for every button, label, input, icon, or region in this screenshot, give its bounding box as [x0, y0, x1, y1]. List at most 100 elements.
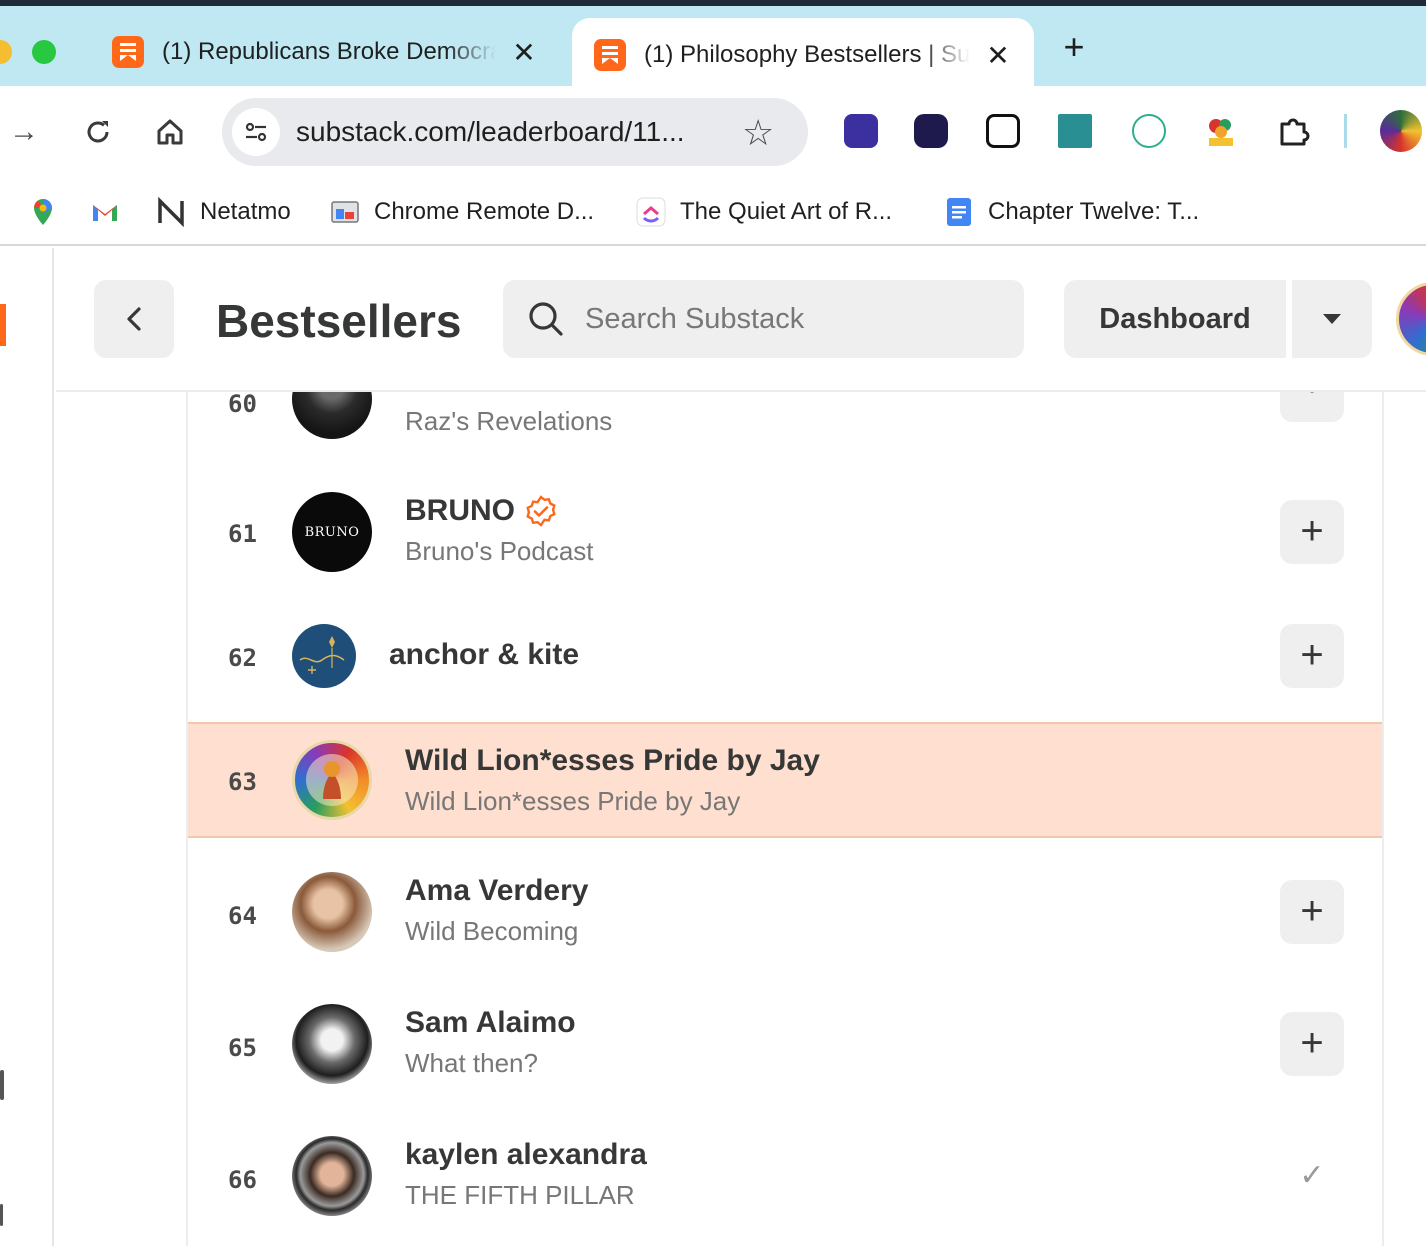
bookmark-label: Netatmo: [200, 198, 291, 225]
avatar[interactable]: [292, 1136, 372, 1216]
leaderboard-row[interactable]: 64 Ama Verdery Wild Becoming +: [188, 872, 1382, 956]
avatar[interactable]: [292, 392, 372, 439]
subscribed-check-icon[interactable]: ✓: [1294, 1158, 1330, 1194]
leaderboard-row-current[interactable]: 63 Wild Lion*esses Pride by Jay Wild Lio…: [188, 722, 1382, 838]
publication-name[interactable]: What then?: [405, 1048, 538, 1079]
bookmarks-bar: Netatmo Chrome Remote D... The Quiet Art…: [0, 178, 1426, 246]
remote-desktop-icon: [331, 201, 359, 223]
bookmark-quiet-art[interactable]: The Quiet Art of R...: [636, 192, 892, 232]
left-sidebar: [0, 248, 54, 1246]
subscribe-button[interactable]: +: [1280, 500, 1344, 564]
publication-name[interactable]: Wild Becoming: [405, 916, 578, 947]
tab-title: (1) Philosophy Bestsellers | Substack: [644, 41, 970, 68]
extension-globe-icon[interactable]: [844, 114, 878, 148]
rank-number: 65: [228, 1034, 257, 1062]
writer-name-text: BRUNO: [405, 494, 515, 527]
maps-pin-icon: [33, 199, 52, 225]
extensions-puzzle-icon[interactable]: [1276, 114, 1310, 148]
clickup-icon: [636, 197, 666, 227]
subscribe-button[interactable]: +: [1280, 880, 1344, 944]
close-tab-icon[interactable]: ✕: [984, 40, 1012, 71]
netatmo-n-icon: [158, 197, 184, 227]
dashboard-button[interactable]: Dashboard: [1064, 280, 1286, 358]
rank-number: 61: [228, 520, 257, 548]
publication-name[interactable]: Raz's Revelations: [405, 406, 612, 437]
zoom-window-button[interactable]: [32, 40, 56, 64]
writer-name[interactable]: BRUNO: [405, 494, 557, 528]
extension-diamond-icon[interactable]: [1132, 114, 1166, 148]
leaderboard-row[interactable]: 66 kaylen alexandra THE FIFTH PILLAR ✓: [188, 1136, 1382, 1220]
substack-favicon-icon: [112, 36, 144, 68]
google-docs-icon: [947, 198, 971, 226]
avatar[interactable]: [292, 1004, 372, 1084]
sidebar-item-icon[interactable]: [0, 1070, 4, 1100]
publication-name[interactable]: THE FIFTH PILLAR: [405, 1180, 635, 1211]
bookmark-netatmo[interactable]: Netatmo: [156, 192, 291, 232]
avatar[interactable]: BRUNO: [292, 492, 372, 572]
bookmark-star-icon[interactable]: ☆: [742, 112, 774, 154]
extension-star-icon[interactable]: [914, 114, 948, 148]
writer-name[interactable]: Ama Verdery: [405, 874, 588, 908]
writer-name[interactable]: anchor & kite: [389, 638, 579, 672]
substack-favicon-icon: [594, 39, 626, 71]
url-text: substack.com/leaderboard/11...: [296, 116, 685, 147]
profile-avatar[interactable]: [1380, 110, 1422, 152]
sidebar-item-icon[interactable]: [0, 1204, 3, 1226]
page-title: Bestsellers: [216, 295, 462, 347]
user-avatar[interactable]: [1396, 282, 1426, 356]
tab-philosophy-bestsellers[interactable]: (1) Philosophy Bestsellers | Substack ✕: [572, 18, 1034, 92]
search-input[interactable]: [585, 280, 1005, 358]
avatar[interactable]: [292, 740, 372, 820]
publication-name[interactable]: Bruno's Podcast: [405, 536, 594, 567]
caret-down-icon: [1323, 314, 1341, 324]
tab-title: (1) Republicans Broke Democracy: [162, 38, 496, 65]
chevron-left-icon: [127, 307, 141, 331]
search-icon: [529, 302, 563, 336]
tab-bar: (1) Republicans Broke Democracy ✕ (1) Ph…: [0, 6, 1426, 92]
bookmark-label: Chapter Twelve: T...: [988, 198, 1200, 225]
leaderboard-row[interactable]: 65 Sam Alaimo What then? +: [188, 1004, 1382, 1088]
toolbar-separator: [1344, 114, 1347, 148]
leaderboard-row[interactable]: 61 BRUNO BRUNO Bruno's Podcast +: [188, 490, 1382, 574]
anchor-kite-logo-icon: [299, 636, 345, 674]
writer-name[interactable]: Sam Alaimo: [405, 1006, 576, 1040]
extension-pro-icon[interactable]: [1204, 114, 1238, 148]
writer-name[interactable]: kaylen alexandra: [405, 1138, 647, 1172]
reload-icon[interactable]: [80, 114, 116, 150]
avatar[interactable]: [292, 624, 356, 688]
search-box[interactable]: [503, 280, 1024, 358]
publication-name[interactable]: Wild Lion*esses Pride by Jay: [405, 786, 740, 817]
subscribe-button[interactable]: +: [1280, 1012, 1344, 1076]
tab-republicans[interactable]: (1) Republicans Broke Democracy ✕: [90, 18, 560, 86]
writer-name[interactable]: Wild Lion*esses Pride by Jay: [405, 744, 820, 778]
browser-toolbar: → substack.com/leaderboard/11... ☆: [0, 86, 1426, 178]
site-settings-icon[interactable]: [232, 108, 280, 156]
subscribe-button[interactable]: +: [1280, 392, 1344, 422]
leaderboard-row[interactable]: 62 anchor & kite +: [188, 622, 1382, 690]
subscribe-button[interactable]: +: [1280, 624, 1344, 688]
rank-number: 60: [228, 392, 257, 418]
substack-logo-icon[interactable]: [0, 304, 6, 346]
extension-paper-plane-icon[interactable]: [986, 114, 1020, 148]
extension-snowflake-icon[interactable]: [1058, 114, 1092, 148]
bookmark-chapter-twelve[interactable]: Chapter Twelve: T...: [944, 192, 1199, 232]
close-tab-icon[interactable]: ✕: [510, 37, 538, 68]
new-tab-button[interactable]: +: [1058, 29, 1090, 65]
bookmark-maps[interactable]: [28, 192, 72, 232]
back-button[interactable]: [94, 280, 174, 358]
rank-number: 66: [228, 1166, 257, 1194]
avatar[interactable]: [292, 872, 372, 952]
lion-icon: [306, 754, 358, 806]
page-header: Bestsellers Dashboard: [56, 248, 1426, 392]
dashboard-menu-button[interactable]: [1292, 280, 1372, 358]
bookmark-label: The Quiet Art of R...: [680, 198, 893, 225]
leaderboard-row[interactable]: 60 Raz's Revelations +: [188, 392, 1382, 482]
bookmark-gmail[interactable]: [90, 192, 134, 232]
address-bar[interactable]: substack.com/leaderboard/11... ☆: [222, 98, 808, 166]
home-icon[interactable]: [152, 114, 188, 150]
leaderboard-list: 60 Raz's Revelations + 61 BRUNO BRUNO Br…: [186, 392, 1384, 1246]
minimize-window-button[interactable]: [0, 40, 12, 64]
bookmark-chrome-remote-desktop[interactable]: Chrome Remote D...: [330, 192, 594, 232]
forward-icon[interactable]: →: [6, 114, 42, 150]
rank-number: 64: [228, 902, 257, 930]
